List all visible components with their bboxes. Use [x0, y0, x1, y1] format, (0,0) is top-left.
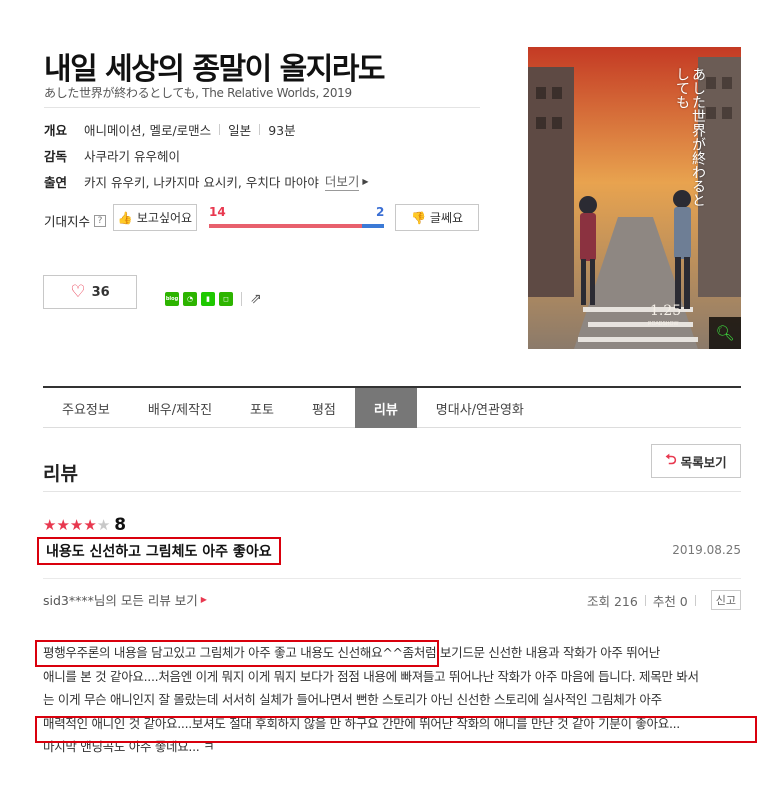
tab-item[interactable]: 리뷰 — [354, 388, 417, 428]
cast-label: 출연 — [44, 174, 68, 190]
separator — [694, 594, 696, 606]
author-label: sid3****님의 모든 리뷰 보기 — [43, 593, 198, 608]
separator — [259, 124, 261, 135]
expectation-bar-fill — [209, 224, 363, 228]
help-icon[interactable]: ? — [94, 214, 107, 227]
separator — [241, 292, 242, 306]
thumbs-up-icon: 👍 — [117, 210, 133, 225]
expectation-label: 기대지수 ? — [44, 211, 107, 230]
list-view-label: 목록보기 — [680, 454, 727, 470]
want-count: 14 — [209, 205, 226, 219]
review-body-line: 는 이게 무슨 애니인지 잘 몰랐는데 서서히 실체가 들어나면서 뻔한 스토리… — [43, 692, 662, 707]
view-count: 조회 216 — [586, 593, 638, 609]
poster-title: あした世界が終わるとしても — [674, 67, 706, 207]
star-icon: ★ — [96, 515, 111, 534]
star-icon: ★ — [43, 515, 57, 534]
recommend-count[interactable]: 추천 0 — [653, 591, 688, 610]
section-title: 리뷰 — [43, 463, 78, 485]
like-button[interactable]: ♡ 36 — [43, 275, 137, 309]
review-title[interactable]: 내용도 신선하고 그림체도 아주 좋아요 — [37, 537, 281, 565]
thumbs-down-icon: 👎 — [410, 210, 426, 225]
review-date: 2019.08.25 — [672, 543, 741, 557]
share-icon[interactable]: ⇗ — [250, 291, 262, 307]
tab-item[interactable]: 명대사/연관영화 — [417, 388, 543, 428]
star-icon: ★ — [83, 515, 97, 534]
movie-title: 내일 세상의 종말이 올지라도 — [44, 52, 386, 87]
divider — [43, 578, 741, 579]
runtime: 93분 — [268, 123, 296, 138]
rating-score: 8 — [114, 515, 127, 535]
poster-date: 1.25 — [650, 303, 681, 319]
bookmark-icon[interactable]: ▮ — [201, 292, 215, 306]
tab-bar: 주요정보 배우/제작진 포토 평점 리뷰 명대사/연관영화 — [43, 388, 741, 428]
divider — [44, 107, 480, 108]
cast-row: 출연 카지 유우키, 나카지마 요시키, 우치다 마아야 더보기 ▶ — [44, 171, 369, 191]
cast-link[interactable]: 카지 유우키, 나카지마 요시키, 우치다 마아야 — [84, 172, 319, 191]
overview-row: 개요 애니메이션, 멜로/로맨스 일본 93분 — [44, 120, 296, 139]
divider — [43, 491, 741, 492]
overview-label: 개요 — [44, 123, 68, 138]
highlight-box — [35, 640, 439, 667]
nope-count: 2 — [376, 205, 385, 219]
blog-icon[interactable]: blog — [165, 292, 179, 306]
cafe-icon[interactable]: ◻ — [219, 292, 233, 306]
list-view-button[interactable]: ⮌ 목록보기 — [651, 444, 741, 478]
star-icon: ★ — [56, 515, 70, 534]
author-link[interactable]: sid3****님의 모든 리뷰 보기 ▶ — [43, 590, 207, 609]
rating-stars: ★ ★ ★ ★ ★ 8 — [43, 515, 126, 535]
tab-item[interactable]: 평점 — [293, 388, 355, 428]
chevron-right-icon: ▶ — [200, 595, 207, 604]
separator — [219, 124, 221, 135]
tab-item[interactable]: 배우/제작진 — [129, 388, 231, 428]
expectation-bar — [209, 224, 384, 228]
like-count: 36 — [91, 284, 110, 300]
return-arrow-icon: ⮌ — [665, 452, 677, 468]
more-link[interactable]: 더보기 — [324, 171, 360, 191]
highlight-box — [35, 716, 757, 743]
movie-subtitle: あした世界が終わるとしても, The Relative Worlds, 2019 — [44, 86, 352, 100]
share-group: blog ◔ ▮ ◻ ⇗ — [165, 291, 262, 307]
poster-image: 1.25 ROADSHOW — [528, 47, 741, 349]
tab-item[interactable]: 주요정보 — [43, 388, 129, 428]
expectation-label-text: 기대지수 — [44, 214, 91, 229]
separator — [644, 594, 646, 606]
poster-date-caption: ROADSHOW — [648, 321, 678, 327]
director-row: 감독 사쿠라기 유우헤이 — [44, 146, 180, 165]
want-to-see-button[interactable]: 👍 보고싶어요 — [113, 204, 197, 231]
report-button[interactable]: 신고 — [710, 590, 741, 610]
director-label: 감독 — [44, 149, 68, 164]
review-body-line: 애니를 본 것 같아요....처음엔 이게 뭐지 이게 뭐지 보다가 점점 내용… — [43, 668, 699, 684]
tab-item[interactable]: 포토 — [231, 388, 293, 428]
chevron-right-icon: ▶ — [362, 176, 369, 186]
country-link[interactable]: 일본 — [228, 120, 251, 139]
director-link[interactable]: 사쿠라기 유우헤이 — [84, 146, 180, 165]
star-icon: ★ — [69, 515, 84, 534]
zoom-icon[interactable]: 🔍︎ — [709, 317, 741, 349]
movie-poster[interactable]: 1.25 ROADSHOW あした世界が終わるとしても 🔍︎ — [528, 47, 741, 349]
not-sure-button[interactable]: 👎 글쎄요 — [395, 204, 479, 231]
want-to-see-label: 보고싶어요 — [136, 211, 193, 225]
genre-link[interactable]: 애니메이션, 멜로/로맨스 — [84, 120, 211, 139]
not-sure-label: 글쎄요 — [429, 211, 464, 225]
heart-icon: ♡ — [70, 281, 86, 302]
review-stats: 조회 216 추천 0 신고 — [587, 590, 741, 610]
band-icon[interactable]: ◔ — [183, 292, 197, 306]
